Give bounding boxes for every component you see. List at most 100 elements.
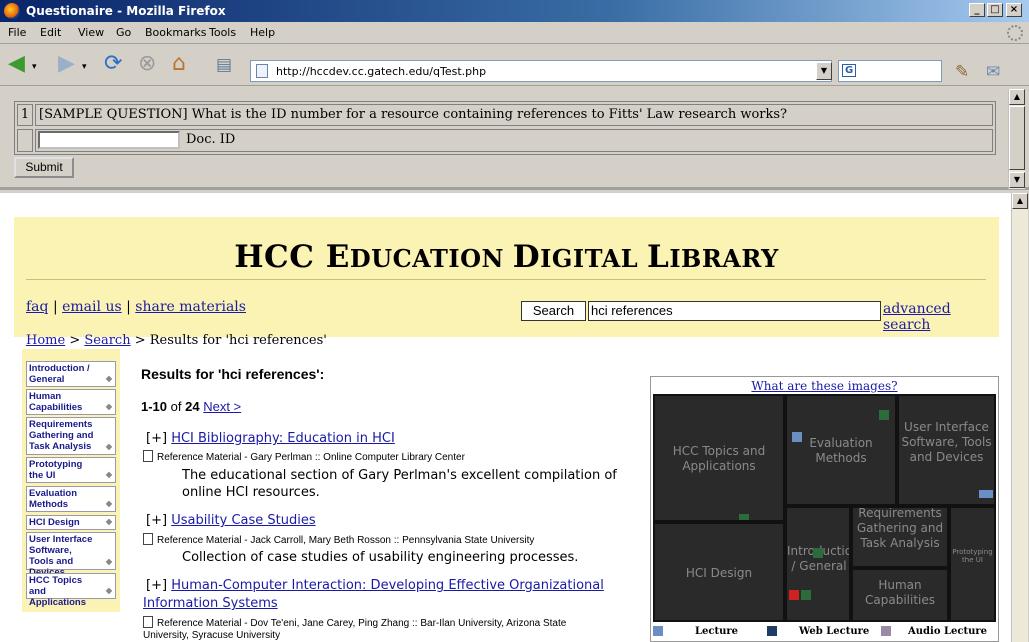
answer-number-cell	[17, 129, 33, 152]
expand-toggle[interactable]: [+]	[146, 578, 167, 593]
expand-toggle[interactable]: [+]	[146, 513, 167, 528]
scroll-up-arrow[interactable]: ▲	[1012, 193, 1028, 209]
menu-file[interactable]: File	[8, 26, 26, 39]
print-icon[interactable]: ▤	[216, 54, 232, 76]
firefox-logo-icon	[4, 3, 20, 19]
treemap-cell-hcc-topics[interactable]: HCC Topics and Applications	[653, 394, 785, 522]
arrow-right-icon: ◆	[105, 557, 112, 566]
menu-view[interactable]: View	[78, 26, 104, 39]
treemap-panel: What are these images? HCC Topics and Ap…	[650, 376, 999, 642]
topic-sidebar: Introduction / General ◆ Human Capabiliti…	[22, 349, 120, 612]
treemap-cell-introduction[interactable]: Introduction / General	[785, 506, 851, 622]
breadcrumb-home[interactable]: Home	[26, 333, 65, 348]
web-search-input[interactable]: G	[838, 60, 942, 82]
topic-treemap[interactable]: HCC Topics and Applications Evaluation M…	[653, 394, 996, 622]
throbber-icon	[1007, 25, 1023, 41]
scroll-up-arrow[interactable]: ▲	[1009, 89, 1025, 105]
treemap-cell-prototyping[interactable]: Prototyping the UI	[949, 506, 996, 622]
sidebar-item-hcc-topics[interactable]: HCC Topics and Applications ◆	[26, 573, 116, 608]
treemap-mark	[789, 590, 799, 600]
result-2-meta-text: Reference Material - Jack Carroll, Mary …	[157, 535, 535, 546]
menu-go[interactable]: Go	[116, 26, 131, 39]
sidebar-item-ui-software[interactable]: User Interface Software, Tools and Devic…	[26, 532, 116, 578]
treemap-label-human: Human Capabilities	[865, 578, 935, 607]
menu-bookmarks[interactable]: Bookmarks	[145, 26, 206, 39]
scroll-thumb[interactable]	[1009, 106, 1025, 170]
arrow-right-icon: ◆	[105, 374, 112, 383]
treemap-label-req: Requirements Gathering and Task Analysis	[856, 506, 944, 550]
what-are-these-images-link[interactable]: What are these images?	[651, 379, 998, 393]
back-icon[interactable]: ◀	[8, 53, 25, 75]
arrow-right-icon: ◆	[105, 499, 112, 508]
sidebar-item-hci-design[interactable]: HCI Design ◆	[26, 515, 116, 530]
extension-icon[interactable]: ✎	[955, 61, 969, 83]
arrow-right-icon: ◆	[105, 442, 112, 451]
forward-icon[interactable]: ▶	[58, 53, 75, 75]
answer-label: Doc. ID	[186, 132, 236, 147]
treemap-cell-ui-software[interactable]: User Interface Software, Tools and Devic…	[897, 394, 996, 506]
mail-icon[interactable]: ✉	[986, 61, 1000, 83]
result-3-title-row: [+] Human-Computer Interaction: Developi…	[146, 578, 604, 593]
treemap-cell-human[interactable]: Human Capabilities	[851, 568, 949, 622]
result-2-meta: Reference Material - Jack Carroll, Mary …	[143, 533, 534, 546]
forward-dropdown-icon[interactable]: ▾	[82, 56, 87, 78]
sidebar-item-introduction[interactable]: Introduction / General ◆	[26, 361, 116, 387]
sidebar-item-evaluation[interactable]: Evaluation Methods ◆	[26, 486, 116, 512]
menu-tools[interactable]: Tools	[209, 26, 236, 39]
scroll-down-arrow[interactable]: ▼	[1009, 172, 1025, 188]
share-materials-link[interactable]: share materials	[135, 299, 246, 315]
result-3-link-line-2[interactable]: Information Systems	[143, 596, 278, 611]
advanced-search-link[interactable]: advanced search	[883, 301, 999, 333]
sidebar-item-label: HCI Design	[29, 517, 80, 528]
library-scrollbar[interactable]: ▲	[1011, 193, 1028, 642]
sidebar-item-label: Human Capabilities	[29, 391, 83, 413]
window-title: Questionaire - Mozilla Firefox	[26, 4, 226, 18]
close-button[interactable]: ×	[1006, 3, 1022, 17]
results-of: of	[170, 399, 182, 414]
result-2-link[interactable]: Usability Case Studies	[171, 513, 315, 528]
arrow-right-icon: ◆	[105, 517, 112, 526]
address-bar[interactable]: http://hccdev.cc.gatech.edu/qTest.php	[250, 60, 832, 82]
sidebar-item-human-capabilities[interactable]: Human Capabilities ◆	[26, 389, 116, 415]
address-dropdown-button[interactable]: ▼	[816, 62, 832, 80]
result-3-link-line-1[interactable]: Human-Computer Interaction: Developing E…	[171, 578, 604, 593]
page-icon	[256, 64, 268, 78]
treemap-mark	[813, 548, 823, 558]
legend-lecture: Lecture	[695, 626, 739, 637]
treemap-mark	[792, 432, 802, 442]
sidebar-item-prototyping[interactable]: Prototyping the UI ◆	[26, 457, 116, 483]
submit-button[interactable]: Submit	[14, 157, 74, 178]
expand-toggle[interactable]: [+]	[146, 431, 167, 446]
breadcrumb: Home > Search > Results for 'hci referen…	[26, 333, 327, 348]
arrow-right-icon: ◆	[105, 402, 112, 411]
google-icon: G	[842, 64, 857, 77]
treemap-mark	[801, 590, 811, 600]
faq-link[interactable]: faq	[26, 299, 49, 315]
breadcrumb-search[interactable]: Search	[84, 333, 130, 348]
questionnaire-scrollbar[interactable]: ▲ ▼	[1008, 89, 1025, 189]
email-us-link[interactable]: email us	[62, 299, 122, 315]
results-total: 24	[185, 399, 200, 414]
next-page-link[interactable]: Next >	[203, 399, 241, 414]
breadcrumb-current: Results for 'hci references'	[149, 333, 327, 348]
result-1-link[interactable]: HCI Bibliography: Education in HCI	[171, 431, 395, 446]
sidebar-item-requirements[interactable]: Requirements Gathering and Task Analysis…	[26, 417, 116, 455]
reload-icon[interactable]: ⟳	[104, 53, 122, 75]
site-search-input[interactable]: hci references	[588, 301, 881, 321]
results-heading: Results for 'hci references':	[141, 366, 325, 382]
menu-help[interactable]: Help	[250, 26, 275, 39]
stop-icon[interactable]: ⊗	[138, 53, 156, 75]
minimize-button[interactable]: _	[969, 3, 985, 17]
back-dropdown-icon[interactable]: ▾	[32, 56, 37, 78]
result-1-meta: Reference Material - Gary Perlman :: Onl…	[143, 450, 465, 463]
site-search-button[interactable]: Search	[521, 301, 586, 321]
treemap-cell-hci-design[interactable]: HCI Design	[653, 522, 785, 622]
treemap-cell-requirements[interactable]: Requirements Gathering and Task Analysis	[851, 506, 949, 568]
treemap-cell-evaluation[interactable]: Evaluation Methods	[785, 394, 897, 506]
menu-edit[interactable]: Edit	[40, 26, 61, 39]
doc-id-input[interactable]	[38, 131, 180, 149]
home-icon[interactable]: ⌂	[172, 53, 186, 75]
treemap-label-design: HCI Design	[685, 566, 753, 580]
top-links: faq | email us | share materials	[26, 299, 246, 315]
maximize-button[interactable]: □	[987, 3, 1003, 17]
